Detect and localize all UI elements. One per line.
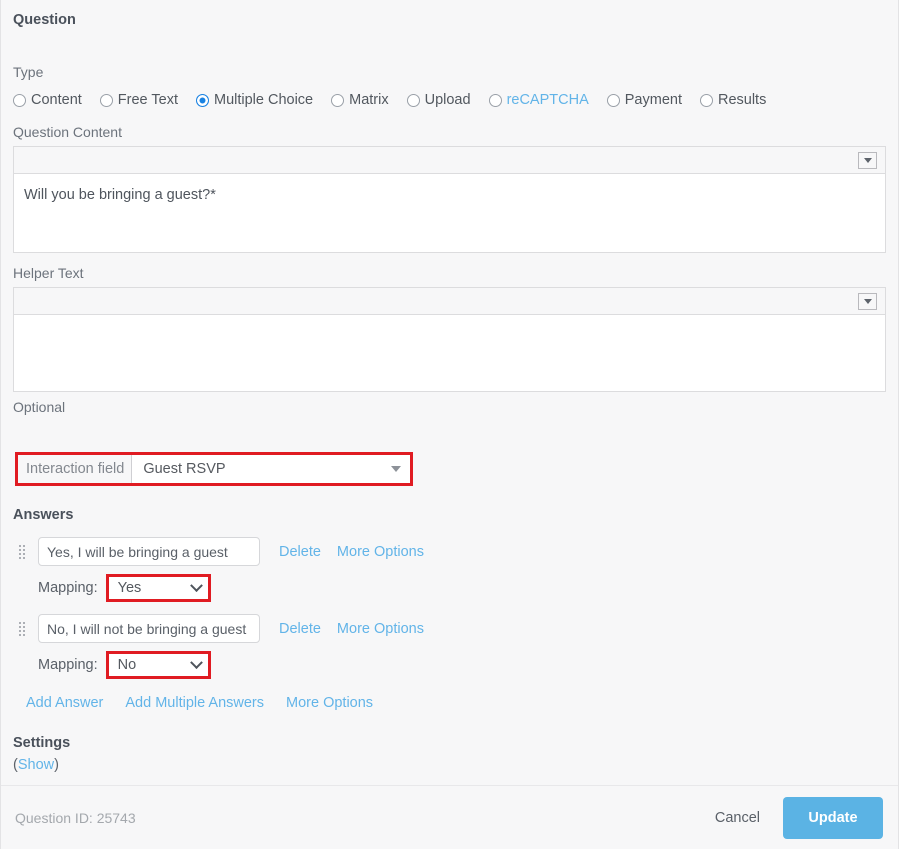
answer-item: Delete More Options Mapping: No xyxy=(13,614,886,679)
type-option-label: Content xyxy=(31,92,82,108)
radio-icon[interactable] xyxy=(606,94,620,107)
chevron-down-icon xyxy=(189,578,203,592)
interaction-field-label: Interaction field xyxy=(18,455,133,483)
type-option-recaptcha[interactable]: reCAPTCHA xyxy=(488,92,589,109)
mapping-select[interactable]: No xyxy=(105,651,211,679)
answer-mapping-row: Mapping: No xyxy=(38,651,886,679)
answer-delete-link[interactable]: Delete xyxy=(279,543,321,561)
answers-more-options-link[interactable]: More Options xyxy=(286,694,373,712)
question-content-text[interactable]: Will you be bringing a guest?* xyxy=(14,174,885,252)
type-option-upload[interactable]: Upload xyxy=(406,92,471,109)
type-option-label: Multiple Choice xyxy=(213,92,314,108)
interaction-field-highlight: Interaction field Guest RSVP xyxy=(15,452,414,486)
question-content-editor[interactable]: Will you be bringing a guest?* xyxy=(13,146,886,253)
cancel-button[interactable]: Cancel xyxy=(713,804,762,832)
mapping-label: Mapping: xyxy=(38,580,98,596)
page-title: Question xyxy=(13,12,76,28)
update-button[interactable]: Update xyxy=(783,796,883,839)
answer-more-options-link[interactable]: More Options xyxy=(337,620,424,638)
answer-actions: Add Answer Add Multiple Answers More Opt… xyxy=(26,694,886,712)
answer-item: Delete More Options Mapping: Yes xyxy=(13,537,886,602)
radio-icon[interactable] xyxy=(699,94,713,107)
type-option-label: Upload xyxy=(424,92,471,108)
toolbar-dropdown-button[interactable] xyxy=(858,292,877,310)
helper-text-body[interactable] xyxy=(14,315,885,391)
type-option-label: reCAPTCHA xyxy=(506,92,589,108)
answer-more-options-link[interactable]: More Options xyxy=(337,543,424,561)
question-content-label: Question Content xyxy=(13,124,122,140)
helper-text-label: Helper Text xyxy=(13,265,84,281)
interaction-field-value: Guest RSVP xyxy=(143,461,226,477)
mapping-value: No xyxy=(117,656,137,673)
type-option-label: Payment xyxy=(624,92,682,108)
answer-text-input[interactable] xyxy=(38,537,260,566)
add-answer-link[interactable]: Add Answer xyxy=(26,694,103,712)
drag-handle-icon[interactable] xyxy=(19,621,30,636)
type-label: Type xyxy=(13,64,44,80)
radio-icon[interactable] xyxy=(406,94,420,107)
answer-text-input[interactable] xyxy=(38,614,260,643)
triangle-down-icon xyxy=(391,466,402,472)
answers-heading: Answers xyxy=(13,507,74,523)
type-option-results[interactable]: Results xyxy=(699,92,767,109)
radio-icon[interactable] xyxy=(488,94,502,107)
type-option-multiple-choice[interactable]: Multiple Choice xyxy=(195,92,314,109)
mapping-select[interactable]: Yes xyxy=(105,574,211,602)
toolbar-dropdown-button[interactable] xyxy=(858,151,877,169)
chevron-down-icon xyxy=(189,655,203,669)
drag-handle-icon[interactable] xyxy=(19,544,30,559)
helper-text-note: Optional xyxy=(13,399,66,415)
type-option-label: Free Text xyxy=(117,92,178,108)
type-radio-group: Content Free Text Multiple Choice Matrix… xyxy=(13,92,886,109)
answer-row: Delete More Options xyxy=(13,614,886,643)
radio-icon[interactable] xyxy=(331,94,345,107)
settings-show-link[interactable]: Show xyxy=(18,757,54,773)
question-id-label: Question ID: 25743 xyxy=(15,809,136,826)
type-option-payment[interactable]: Payment xyxy=(606,92,682,109)
question-content-toolbar xyxy=(14,147,885,174)
paren-close: ) xyxy=(54,757,59,773)
add-multiple-answers-link[interactable]: Add Multiple Answers xyxy=(125,694,264,712)
type-option-matrix[interactable]: Matrix xyxy=(331,92,389,109)
answer-mapping-row: Mapping: Yes xyxy=(38,574,886,602)
type-option-content[interactable]: Content xyxy=(13,92,82,109)
triangle-down-icon xyxy=(863,157,872,163)
settings-heading: Settings xyxy=(13,735,71,751)
answer-row: Delete More Options xyxy=(13,537,886,566)
settings-show-wrap: (Show) xyxy=(13,756,886,774)
answer-delete-link[interactable]: Delete xyxy=(279,620,321,638)
footer-actions: Cancel Update xyxy=(713,796,883,839)
footer-bar: Question ID: 25743 Cancel Update xyxy=(1,785,898,849)
type-option-label: Results xyxy=(717,92,767,108)
question-editor-panel: Question Type Content Free Text Multiple… xyxy=(0,0,899,849)
triangle-down-icon xyxy=(863,298,872,304)
type-option-label: Matrix xyxy=(349,92,389,108)
helper-text-toolbar xyxy=(14,288,885,315)
radio-icon-selected[interactable] xyxy=(195,94,209,107)
type-option-free-text[interactable]: Free Text xyxy=(99,92,178,109)
helper-text-editor[interactable] xyxy=(13,287,886,392)
radio-icon[interactable] xyxy=(99,94,113,107)
mapping-label: Mapping: xyxy=(38,657,98,673)
mapping-value: Yes xyxy=(117,579,142,596)
radio-icon[interactable] xyxy=(13,94,26,107)
interaction-field-select[interactable]: Guest RSVP xyxy=(132,455,411,483)
